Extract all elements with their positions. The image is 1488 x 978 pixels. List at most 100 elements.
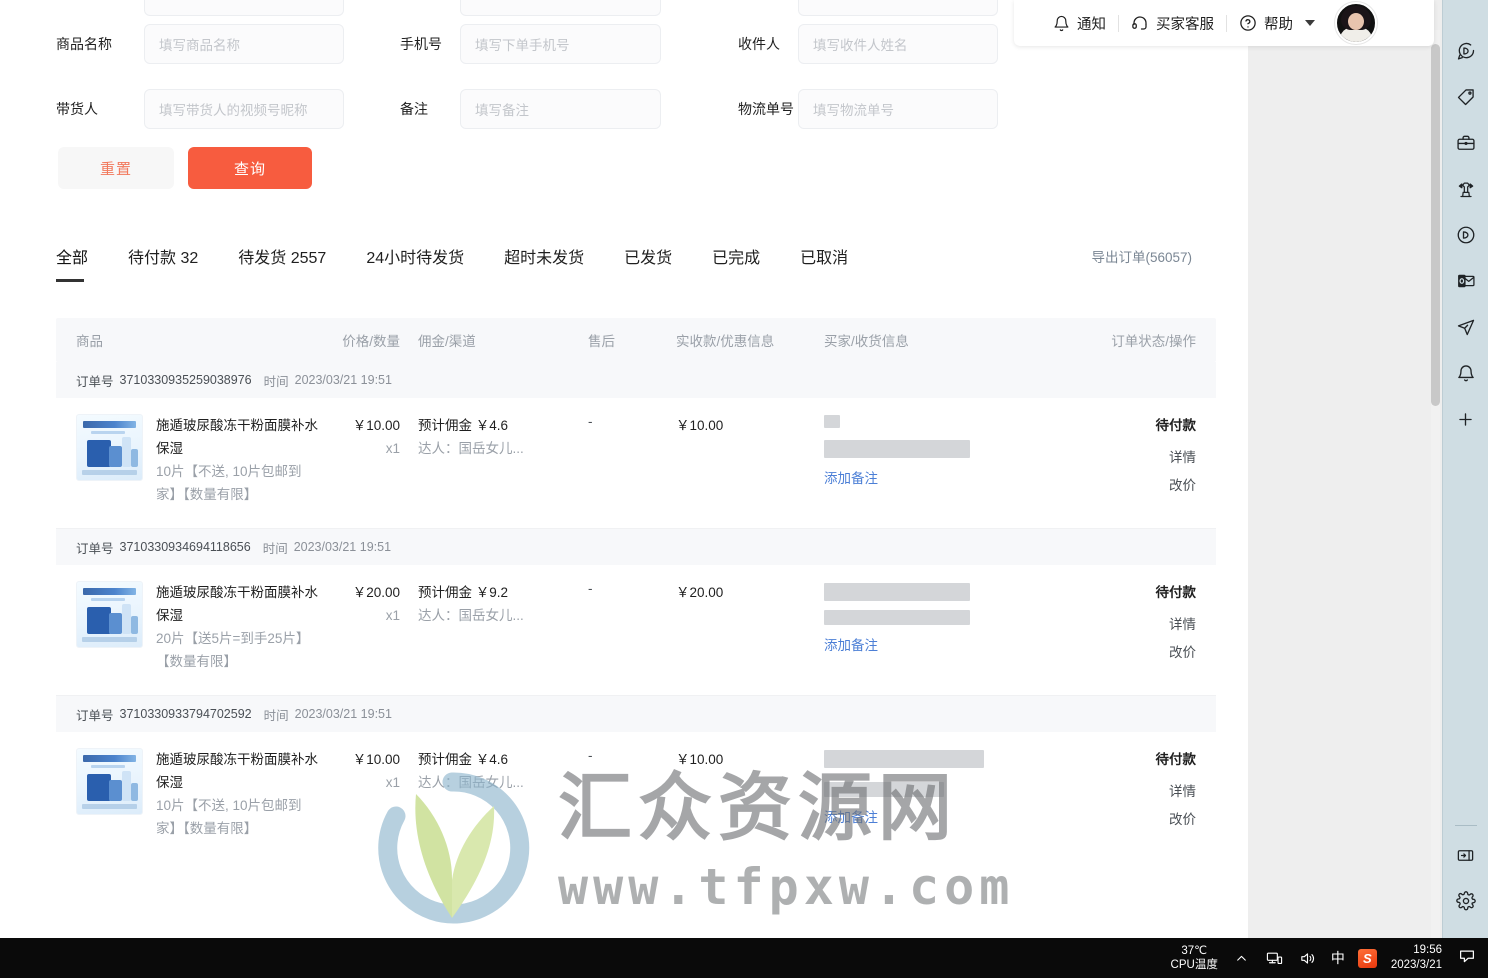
ime-indicator[interactable]: 中	[1331, 948, 1345, 968]
cpu-temperature-widget[interactable]: 37℃ CPU温度	[1171, 944, 1218, 972]
commission-cell: 预计佣金 ￥4.6 达人：国岳女儿...	[410, 748, 582, 840]
product-thumbnail[interactable]	[76, 414, 143, 481]
system-tray: 中 S	[1232, 948, 1377, 968]
outlook-mail-icon[interactable]	[1449, 264, 1483, 298]
order-time-prefix: 时间	[262, 541, 288, 556]
network-icon[interactable]	[1265, 948, 1285, 968]
tab-pending-payment[interactable]: 待付款 32	[128, 244, 198, 282]
status-badge: 待付款	[1155, 752, 1197, 767]
input-recipient[interactable]: 填写收件人姓名	[798, 24, 998, 64]
toggle-sidebar-icon[interactable]	[1449, 838, 1483, 872]
notification-center-icon[interactable]	[1458, 947, 1476, 970]
tab-shipped[interactable]: 已发货	[624, 244, 672, 282]
product-thumbnail[interactable]	[76, 748, 143, 815]
modify-price-link[interactable]: 改价	[1056, 474, 1196, 494]
page-scrollbar-thumb[interactable]	[1431, 44, 1440, 406]
paid-amount-cell: ￥10.00	[676, 418, 724, 433]
form-field-product-name: 商品名称 填写商品名称	[56, 24, 400, 64]
detail-link[interactable]: 详情	[1056, 780, 1196, 800]
product-name[interactable]: 施遁玻尿酸冻干粉面膜补水保湿	[156, 748, 318, 794]
bell-icon[interactable]	[1449, 356, 1483, 390]
reset-button[interactable]: 重置	[58, 147, 174, 189]
label-product-name: 商品名称	[56, 36, 112, 52]
order-meta: 订单号 3710330935259038976 时间 2023/03/21 19…	[56, 362, 1216, 398]
tab-pending-shipment[interactable]: 待发货 2557	[238, 244, 326, 282]
add-note-link[interactable]: 添加备注	[824, 806, 1056, 826]
order-time-value: 2023/03/21 19:51	[294, 373, 392, 387]
product-thumbnail[interactable]	[76, 581, 143, 648]
product-name[interactable]: 施遁玻尿酸冻干粉面膜补水保湿	[156, 414, 318, 460]
export-orders-link[interactable]: 导出订单(56057)	[1091, 244, 1192, 266]
order-meta: 订单号 3710330933794702592 时间 2023/03/21 19…	[56, 696, 1216, 732]
promoter-value: 达人：国岳女儿...	[418, 775, 524, 790]
order-card: 订单号 3710330933794702592 时间 2023/03/21 19…	[56, 696, 1216, 862]
copilot-icon[interactable]	[1449, 34, 1483, 68]
input-product-name[interactable]: 填写商品名称	[144, 24, 344, 64]
label-recipient: 收件人	[738, 36, 780, 52]
buyer-service-button[interactable]: 买家客服	[1119, 8, 1226, 38]
modify-price-link[interactable]: 改价	[1056, 641, 1196, 661]
tab-all[interactable]: 全部	[56, 244, 88, 282]
product-cell: 施遁玻尿酸冻干粉面膜补水保湿 20片【送5片=到手25片】【数量有限】	[56, 581, 318, 673]
label-tracking-no: 物流单号	[738, 101, 794, 117]
cut-input-2[interactable]	[460, 0, 661, 16]
order-no-value: 3710330934694118656	[119, 540, 251, 554]
input-promoter[interactable]: 填写带货人的视频号昵称	[144, 89, 344, 129]
tab-cancelled[interactable]: 已取消	[800, 244, 848, 282]
chevron-up-icon[interactable]	[1232, 948, 1252, 968]
detail-link[interactable]: 详情	[1056, 446, 1196, 466]
add-note-link[interactable]: 添加备注	[824, 467, 1056, 487]
settings-gear-icon[interactable]	[1449, 884, 1483, 918]
orders-table: 商品 价格/数量 佣金/渠道 售后 实收款/优惠信息 买家/收货信息 订单状态/…	[56, 318, 1216, 862]
cut-input-3[interactable]	[798, 0, 998, 16]
order-card: 订单号 3710330935259038976 时间 2023/03/21 19…	[56, 362, 1216, 529]
volume-icon[interactable]	[1298, 948, 1318, 968]
after-sale-cell: -	[588, 414, 593, 429]
taskbar-clock[interactable]: 19:56 2023/3/21	[1391, 943, 1442, 973]
shopping-tag-icon[interactable]	[1449, 80, 1483, 114]
input-note[interactable]: 填写备注	[460, 89, 661, 129]
input-phone[interactable]: 填写下单手机号	[460, 24, 661, 64]
column-header-paid-discount: 实收款/优惠信息	[676, 334, 775, 349]
product-name[interactable]: 施遁玻尿酸冻干粉面膜补水保湿	[156, 581, 318, 627]
cut-input-1[interactable]	[144, 0, 344, 16]
label-promoter: 带货人	[56, 101, 98, 117]
tab-24h-pending-shipment[interactable]: 24小时待发货	[366, 244, 464, 282]
input-tracking-no[interactable]: 填写物流单号	[798, 89, 998, 129]
commission-label: 预计佣金	[418, 752, 472, 767]
commission-label: 预计佣金	[418, 418, 472, 433]
tab-overdue-not-shipped[interactable]: 超时未发货	[504, 244, 584, 282]
quantity-value: x1	[385, 608, 400, 623]
games-icon[interactable]	[1449, 172, 1483, 206]
product-spec: 10片【不送, 10片包邮到家】【数量有限】	[156, 464, 302, 502]
page-scrollbar[interactable]	[1431, 30, 1440, 938]
notification-button[interactable]: 通知	[1040, 8, 1118, 38]
send-paper-plane-icon[interactable]	[1449, 310, 1483, 344]
add-tool-icon[interactable]	[1449, 402, 1483, 436]
bell-icon	[1052, 14, 1070, 32]
column-header-price-qty: 价格/数量	[342, 334, 400, 349]
order-no-prefix: 订单号	[76, 541, 114, 556]
add-note-link[interactable]: 添加备注	[824, 634, 1056, 654]
form-field-recipient: 收件人 填写收件人姓名	[738, 24, 1038, 64]
edge-drop-icon[interactable]	[1449, 218, 1483, 252]
product-spec: 10片【不送, 10片包邮到家】【数量有限】	[156, 798, 302, 836]
cpu-temperature-label: CPU温度	[1170, 959, 1218, 971]
question-circle-icon	[1239, 14, 1257, 32]
sogou-input-icon[interactable]: S	[1357, 948, 1377, 968]
sidebar-divider	[1454, 825, 1477, 826]
price-value: ￥10.00	[352, 418, 400, 433]
tab-completed[interactable]: 已完成	[712, 244, 760, 282]
user-avatar[interactable]	[1335, 2, 1377, 44]
detail-link[interactable]: 详情	[1056, 613, 1196, 633]
order-row: 施遁玻尿酸冻干粉面膜补水保湿 10片【不送, 10片包邮到家】【数量有限】 ￥1…	[56, 732, 1216, 862]
query-button[interactable]: 查询	[188, 147, 312, 189]
product-text: 施遁玻尿酸冻干粉面膜补水保湿 10片【不送, 10片包邮到家】【数量有限】	[156, 748, 318, 840]
modify-price-link[interactable]: 改价	[1056, 808, 1196, 828]
redacted-buyer-address	[824, 440, 970, 458]
label-phone: 手机号	[400, 36, 442, 52]
briefcase-icon[interactable]	[1449, 126, 1483, 160]
buyer-info-cell: 添加备注	[816, 748, 1056, 840]
browser-side-panel	[1442, 0, 1488, 938]
help-menu-button[interactable]: 帮助	[1227, 8, 1327, 38]
